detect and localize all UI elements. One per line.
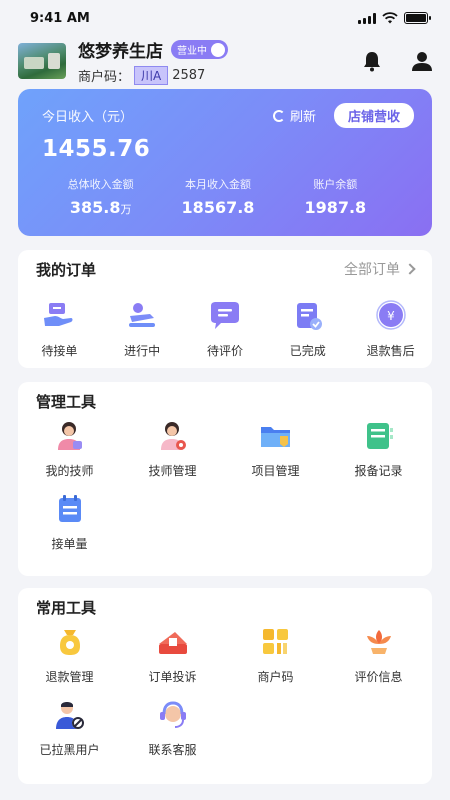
svg-text:¥: ¥ [387,309,395,323]
income-card: 今日收入（元） 刷新 店铺营收 1455.76 总体收入金额 385.8万 本月… [18,89,432,236]
store-name: 悠梦养生店 [78,42,163,62]
store-header: 悠梦养生店 营业中 商户码： 川A 2587 [0,36,450,86]
tool-order-volume-label: 接单量 [51,537,88,551]
stat-month-income: 本月收入金额 18567.8 [159,176,276,217]
tool-review-info-label: 评价信息 [354,670,403,684]
order-pending[interactable]: 待接单 [24,300,94,359]
status-icons [358,12,431,24]
order-refund[interactable]: ¥ 退款售后 [356,300,426,359]
common-tools-title: 常用工具 [36,598,97,617]
tool-contact-service-label: 联系客服 [148,743,197,757]
calendar-list-icon [58,495,81,522]
status-bar: 9:41 AM [0,0,450,36]
merchant-code-label: 商户码： [78,70,131,85]
order-to-review[interactable]: 待评价 [190,300,260,359]
technician-manage-icon [160,422,186,450]
tool-contact-service[interactable]: 联系客服 [121,699,224,758]
tool-order-complaint-label: 订单投诉 [148,670,197,684]
tool-my-technicians[interactable]: 我的技师 [18,420,121,479]
tool-report-records[interactable]: 报备记录 [327,420,430,479]
chevron-right-icon [404,263,416,275]
tool-review-info[interactable]: 评价信息 [327,626,430,685]
user-icon[interactable] [410,49,434,73]
technician-icon [57,422,82,450]
stat-account-balance: 账户余额 1987.8 [277,176,394,217]
tool-order-complaint[interactable]: 订单投诉 [121,626,224,685]
store-logo[interactable] [18,43,66,79]
order-completed[interactable]: 已完成 [273,300,343,359]
tool-project-manage[interactable]: 项目管理 [224,420,327,479]
orders-title: 我的订单 [36,260,97,279]
complaint-icon [158,632,187,654]
clipboard-check-icon [296,303,322,330]
tool-project-manage-label: 项目管理 [251,464,300,478]
stat-label: 总体收入金额 [67,178,134,191]
toggle-knob [211,42,225,57]
stat-label: 本月收入金额 [184,178,251,191]
order-to-review-label: 待评价 [206,344,243,358]
battery-icon [404,12,431,24]
today-income-label: 今日收入（元） [42,110,134,125]
tool-refund-manage-label: 退款管理 [45,670,94,684]
tool-refund-manage[interactable]: 退款管理 [18,626,121,685]
record-list-icon [366,423,393,449]
management-card: 管理工具 我的技师 技师管理 项目管理 报备记录 接单量 [18,382,432,576]
flower-icon [366,630,391,654]
open-status-label: 营业中 [177,46,207,57]
tool-blocked-users[interactable]: 已拉黑用户 [18,699,121,758]
all-orders-link[interactable]: 全部订单 [344,259,416,279]
tool-merchant-code-label: 商户码 [257,670,294,684]
status-time: 9:41 AM [30,10,90,26]
tool-blocked-users-label: 已拉黑用户 [39,743,100,757]
chat-bubble-icon [210,302,239,329]
stat-label: 账户余额 [313,178,358,191]
income-stats: 总体收入金额 385.8万 本月收入金额 18567.8 账户余额 1987.8 [42,176,414,217]
stat-total-income: 总体收入金额 385.8万 [42,176,159,217]
orders-card: 我的订单 全部订单 待接单 进行中 待评价 已完成 ¥ 退款售后 [18,250,432,368]
qr-code-icon [262,629,288,654]
stat-value: 385.8万 [69,198,132,217]
tool-my-technicians-label: 我的技师 [45,464,94,478]
refresh-label: 刷新 [289,110,316,125]
hand-money-icon [44,303,73,326]
order-in-progress[interactable]: 进行中 [107,300,177,359]
merchant-code-prefix: 川A [134,66,169,85]
folder-icon [260,427,290,447]
tool-order-volume[interactable]: 接单量 [18,493,121,552]
tool-technician-manage-label: 技师管理 [148,464,197,478]
signal-icon [358,12,376,24]
stat-value: 1987.8 [304,198,367,217]
tool-report-records-label: 报备记录 [354,464,403,478]
tool-technician-manage[interactable]: 技师管理 [121,420,224,479]
headset-icon [159,701,186,728]
today-income-value: 1455.76 [42,136,151,162]
management-title: 管理工具 [36,392,97,411]
open-status-toggle[interactable]: 营业中 [171,40,228,59]
store-revenue-button[interactable]: 店铺营收 [333,103,414,128]
order-pending-label: 待接单 [41,344,78,358]
yen-refund-icon: ¥ [375,300,406,330]
bell-icon[interactable] [360,49,384,73]
massage-icon [129,303,156,327]
tool-merchant-code[interactable]: 商户码 [224,626,327,685]
stat-value: 18567.8 [181,198,255,217]
order-in-progress-label: 进行中 [124,344,161,358]
refresh-icon [272,109,285,122]
order-refund-label: 退款售后 [366,344,415,358]
common-tools-card: 常用工具 退款管理 订单投诉 商户码 评价信息 已拉黑用户 联系客服 [18,588,432,784]
merchant-code-number: 2587 [172,68,206,83]
store-info: 悠梦养生店 营业中 商户码： 川A 2587 [78,37,360,85]
money-bag-icon [59,630,80,655]
order-completed-label: 已完成 [289,344,326,358]
wifi-icon [382,12,398,24]
refresh-button[interactable]: 刷新 [272,106,316,125]
blocked-user-icon [55,702,84,729]
